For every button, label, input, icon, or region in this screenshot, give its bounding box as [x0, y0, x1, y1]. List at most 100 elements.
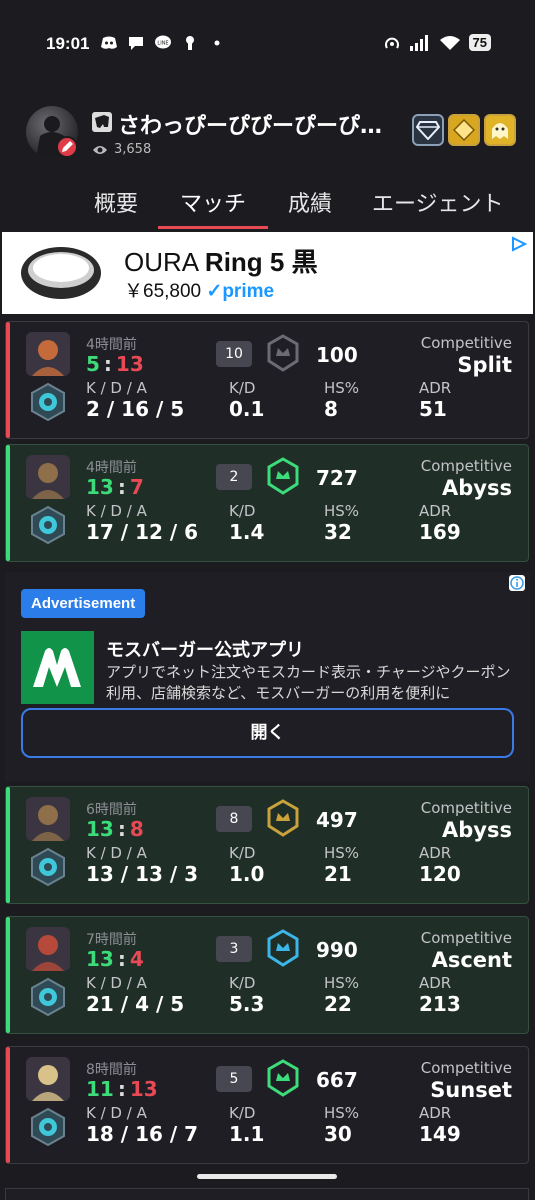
diamond-badge-icon[interactable] [412, 114, 444, 146]
kd-value: 1.0 [229, 862, 265, 886]
match-score: 5:13 [86, 352, 144, 376]
kd-value: 5.3 [229, 992, 265, 1016]
match-card[interactable]: 7時間前 13:4 3 990 Competitive Ascent K / D… [5, 916, 529, 1034]
score-team: 11 [86, 1077, 114, 1101]
adr-label: ADR [419, 974, 452, 992]
chat-icon [129, 37, 143, 50]
score-enemy: 4 [129, 947, 144, 971]
svg-text:LINE: LINE [157, 41, 168, 47]
kd-value: 1.4 [229, 520, 265, 544]
hotspot-icon [384, 37, 399, 49]
kda-label: K / D / A [86, 1104, 147, 1122]
system-icons: 75 [383, 34, 491, 51]
kd-label: K/D [229, 844, 256, 862]
rank-rating: 100 [316, 343, 358, 367]
match-card[interactable]: 4時間前 5:13 10 100 Competitive Split K / D… [5, 321, 529, 439]
kd-label: K/D [229, 502, 256, 520]
ad-description: アプリでネット注文やモスカード表示・チャージやクーポン利用、店舗検索など、モスバ… [106, 663, 511, 702]
kd-label: K/D [229, 379, 256, 397]
line-icon: LINE [155, 35, 171, 49]
map-name: Abyss [442, 818, 512, 842]
game-mode: Competitive [420, 799, 512, 817]
hs-label: HS% [324, 974, 360, 992]
status-bar: 19:01 LINE 75 [0, 0, 535, 90]
crown-rank-icon [267, 457, 299, 495]
home-indicator[interactable] [197, 1174, 337, 1179]
score-enemy: 8 [129, 817, 144, 841]
match-time: 4時間前 [86, 337, 137, 353]
score-enemy: 13 [115, 352, 144, 376]
match-card-partial[interactable] [5, 1188, 529, 1200]
rank-rating: 667 [316, 1068, 358, 1092]
adr-label: ADR [419, 502, 452, 520]
ad-title: OURA Ring 5 黒 [124, 247, 318, 277]
kda-value: 21 / 4 / 5 [86, 992, 185, 1016]
score-enemy: 7 [129, 475, 144, 499]
agent-portrait-icon [26, 797, 70, 841]
crown-rank-icon [267, 1059, 299, 1097]
hs-value: 8 [324, 397, 338, 421]
rank-rating: 727 [316, 466, 358, 490]
hs-value: 21 [324, 862, 352, 886]
ad-price: ￥65,800 ✓prime [124, 281, 275, 302]
kd-label: K/D [229, 974, 256, 992]
game-mode: Competitive [420, 457, 512, 475]
info-icon[interactable] [508, 574, 526, 592]
hs-value: 22 [324, 992, 352, 1016]
adr-label: ADR [419, 379, 452, 397]
map-name: Ascent [431, 948, 512, 972]
adr-label: ADR [419, 844, 452, 862]
status-time: 19:01 [46, 34, 90, 53]
rank-rating: 497 [316, 808, 358, 832]
adr-value: 149 [419, 1122, 461, 1146]
kda-value: 13 / 13 / 3 [86, 862, 199, 886]
placement-badge: 8 [216, 806, 252, 832]
kda-label: K / D / A [86, 379, 147, 397]
hs-value: 32 [324, 520, 352, 544]
kda-value: 17 / 12 / 6 [86, 520, 199, 544]
hs-value: 30 [324, 1122, 352, 1146]
placement-badge: 3 [216, 936, 252, 962]
native-ad: Advertisement モスバーガー公式アプリ アプリでネット注文やモスカー… [5, 572, 530, 782]
placement-badge: 2 [216, 464, 252, 490]
open-ad-button[interactable]: 開く [21, 708, 514, 758]
placement-badge: 5 [216, 1066, 252, 1092]
ghost-badge-icon[interactable] [484, 114, 516, 146]
hs-label: HS% [324, 502, 360, 520]
profile-header: さわっぴーぴぴーぴーぴ… 3,658 [26, 106, 516, 162]
wifi-icon [439, 35, 460, 50]
rank-rating: 990 [316, 938, 358, 962]
map-name: Sunset [430, 1078, 512, 1102]
kda-label: K / D / A [86, 974, 147, 992]
kda-label: K / D / A [86, 844, 147, 862]
active-tab-indicator [158, 226, 268, 229]
score-team: 13 [86, 947, 114, 971]
crown-rank-icon [267, 799, 299, 837]
view-count-value: 3,658 [114, 142, 152, 157]
match-card[interactable]: 6時間前 13:8 8 497 Competitive Abyss K / D … [5, 786, 529, 904]
banner-ad[interactable]: OURA Ring 5 黒 ￥65,800 ✓prime [2, 232, 533, 314]
match-card[interactable]: 8時間前 11:13 5 667 Competitive Sunset K / … [5, 1046, 529, 1164]
game-mode: Competitive [420, 334, 512, 352]
tab-bar: 概要 マッチ 成績 エージェント [0, 186, 535, 230]
gold-gem-badge-icon[interactable] [448, 114, 480, 146]
kda-value: 2 / 16 / 5 [86, 397, 185, 421]
result-stripe [6, 917, 10, 1033]
match-score: 11:13 [86, 1077, 158, 1101]
tab-overview[interactable]: 概要 [94, 186, 138, 230]
edit-avatar-button[interactable] [56, 136, 78, 158]
tab-matches[interactable]: マッチ [180, 186, 246, 230]
rank-emblem-icon [31, 977, 65, 1017]
result-stripe [6, 445, 10, 561]
adchoices-icon[interactable] [511, 236, 527, 252]
kd-value: 0.1 [229, 397, 265, 421]
username: さわっぴーぴぴーぴーぴ… [118, 114, 383, 139]
agent-portrait-icon [26, 927, 70, 971]
tab-agents[interactable]: エージェント [372, 186, 504, 230]
tab-stats[interactable]: 成績 [288, 186, 332, 230]
pencil-icon [62, 141, 73, 152]
agent-portrait-icon [26, 332, 70, 376]
match-card[interactable]: 4時間前 13:7 2 727 Competitive Abyss K / D … [5, 444, 529, 562]
kd-label: K/D [229, 1104, 256, 1122]
score-team: 13 [86, 475, 114, 499]
